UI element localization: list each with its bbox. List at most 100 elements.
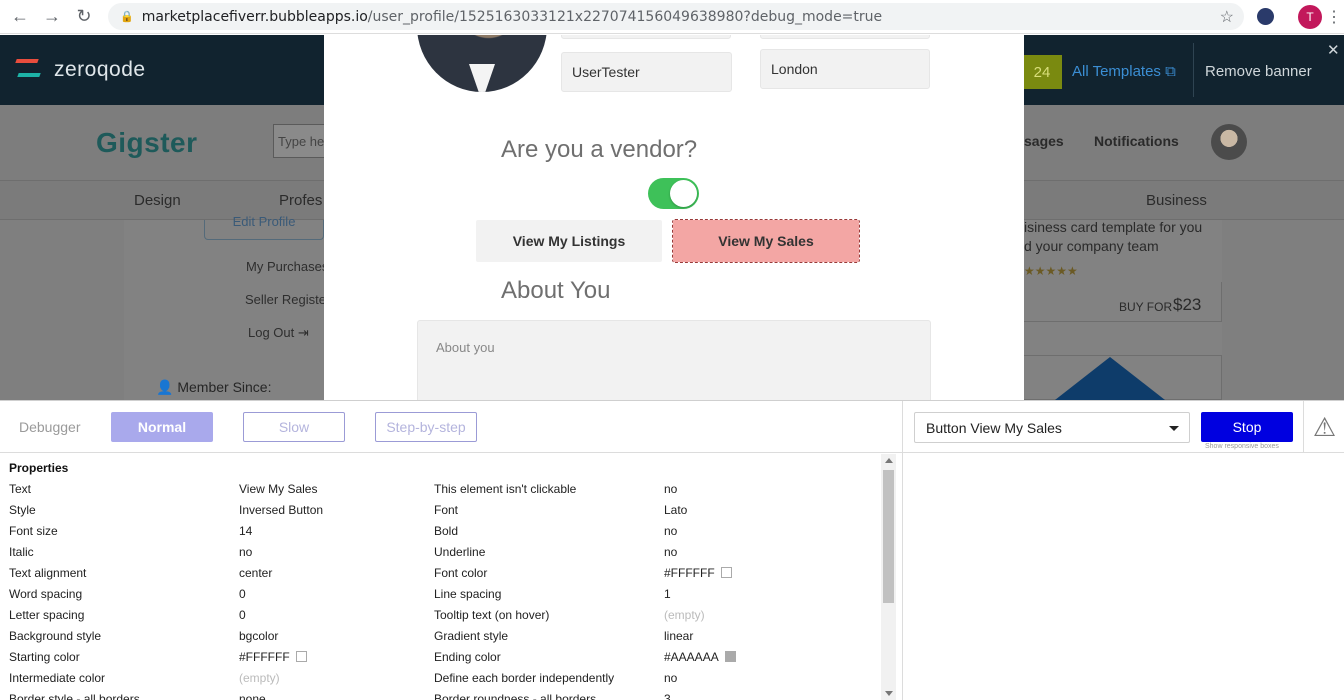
username-field[interactable]: UserTester bbox=[561, 52, 732, 92]
user-avatar[interactable] bbox=[1211, 124, 1247, 160]
property-text: 0 bbox=[239, 587, 246, 601]
property-value[interactable]: no bbox=[664, 482, 677, 496]
element-select-dropdown[interactable]: Button View My Sales bbox=[914, 412, 1190, 443]
property-text: (empty) bbox=[664, 608, 705, 622]
profile-photo-shirt bbox=[469, 64, 495, 92]
edit-profile-button[interactable]: Edit Profile bbox=[204, 215, 324, 240]
last-name-field[interactable] bbox=[760, 35, 930, 39]
property-text: Text bbox=[9, 482, 32, 496]
reload-icon[interactable]: ↻ bbox=[68, 1, 100, 33]
color-swatch[interactable] bbox=[724, 651, 736, 662]
scroll-up-icon[interactable] bbox=[885, 458, 893, 463]
property-name: Word spacing bbox=[9, 587, 82, 601]
menu-kebab-icon[interactable]: ⋮ bbox=[1326, 7, 1342, 27]
property-text: Background style bbox=[9, 629, 102, 643]
normal-speed-button[interactable]: Normal bbox=[111, 412, 213, 442]
listing-thumbnail-image bbox=[1055, 357, 1165, 400]
stop-button[interactable]: Stop bbox=[1201, 412, 1293, 442]
bookmark-star-icon[interactable]: ☆ bbox=[1220, 7, 1234, 27]
property-row: Letter spacing 0 Tooltip text (on hover) (e… bbox=[0, 608, 880, 629]
chevron-down-icon bbox=[1169, 426, 1179, 431]
color-swatch[interactable] bbox=[720, 567, 732, 578]
property-name: Style bbox=[9, 503, 36, 517]
property-value[interactable]: center bbox=[239, 566, 272, 580]
buy-price[interactable]: $23 bbox=[1173, 295, 1201, 315]
property-value[interactable]: #FFFFFF bbox=[239, 650, 307, 664]
back-arrow-icon[interactable]: ← bbox=[4, 1, 36, 33]
slow-speed-button[interactable]: Slow bbox=[243, 412, 345, 442]
extension-icon[interactable] bbox=[1257, 8, 1274, 25]
property-name: Line spacing bbox=[434, 587, 501, 601]
inspector-toolbar: Button View My Sales Stop Show responsiv… bbox=[903, 401, 1344, 453]
log-out-icon: ⇥ bbox=[297, 325, 309, 340]
city-field[interactable]: London bbox=[760, 49, 930, 89]
property-row: Word spacing 0 Line spacing 1 bbox=[0, 587, 880, 608]
rating-stars-icon: ★★★★★ bbox=[1024, 264, 1078, 278]
property-value[interactable]: no bbox=[664, 524, 677, 538]
debugger-toolbar: Debugger Normal Slow Step-by-step bbox=[0, 401, 902, 453]
view-my-listings-button[interactable]: View My Listings bbox=[476, 220, 662, 262]
property-name: Starting color bbox=[9, 650, 80, 664]
vendor-toggle[interactable] bbox=[648, 178, 699, 209]
property-value[interactable]: no bbox=[664, 671, 677, 685]
property-name: Text alignment bbox=[9, 566, 86, 580]
property-name: Intermediate color bbox=[9, 671, 105, 685]
address-bar[interactable]: 🔒 marketplacefiverr.bubbleapps.io/user_p… bbox=[108, 3, 1244, 30]
profile-avatar[interactable]: T bbox=[1298, 5, 1322, 29]
property-name: Background style bbox=[9, 629, 101, 643]
user-icon: 👤 bbox=[156, 379, 174, 395]
property-value[interactable]: 14 bbox=[239, 524, 252, 538]
show-responsive-boxes-link[interactable]: Show responsive boxes bbox=[1205, 443, 1279, 450]
property-value[interactable]: Lato bbox=[664, 503, 687, 517]
property-value[interactable]: #AAAAAA bbox=[664, 650, 736, 664]
property-value[interactable]: #FFFFFF bbox=[664, 566, 732, 580]
property-text: Style bbox=[9, 503, 36, 517]
seller-register-link[interactable]: Seller Registe bbox=[245, 292, 326, 307]
properties-scrollbar[interactable] bbox=[881, 454, 896, 700]
category-business[interactable]: Business bbox=[1146, 192, 1207, 209]
vendor-question-heading: Are you a vendor? bbox=[501, 136, 698, 163]
scroll-down-icon[interactable] bbox=[885, 691, 893, 696]
nav-messages[interactable]: sages bbox=[1024, 133, 1064, 149]
property-name: Bold bbox=[434, 524, 458, 538]
profile-photo[interactable] bbox=[417, 35, 547, 92]
property-text: Line spacing bbox=[434, 587, 502, 601]
category-design[interactable]: Design bbox=[134, 192, 181, 209]
warning-icon[interactable]: ⚠ bbox=[1303, 401, 1344, 453]
property-text: Word spacing bbox=[9, 587, 83, 601]
property-text: (empty) bbox=[239, 671, 280, 685]
my-purchases-link[interactable]: My Purchases bbox=[246, 259, 328, 274]
property-value[interactable]: no bbox=[239, 545, 252, 559]
property-name: Font color bbox=[434, 566, 487, 580]
property-value[interactable]: (empty) bbox=[239, 671, 280, 685]
property-value[interactable]: Inversed Button bbox=[239, 503, 323, 517]
browser-toolbar: ← → ↻ 🔒 marketplacefiverr.bubbleapps.io /… bbox=[0, 0, 1344, 34]
property-value[interactable]: linear bbox=[664, 629, 693, 643]
property-text: no bbox=[239, 545, 253, 559]
property-value[interactable]: 1 bbox=[664, 587, 671, 601]
category-professional[interactable]: Profes bbox=[279, 192, 322, 209]
color-swatch[interactable] bbox=[295, 651, 307, 662]
log-out-link[interactable]: Log Out ⇥ bbox=[248, 325, 309, 341]
step-by-step-button[interactable]: Step-by-step bbox=[375, 412, 477, 442]
property-name: Letter spacing bbox=[9, 608, 84, 622]
property-value[interactable]: (empty) bbox=[664, 608, 705, 622]
property-value[interactable]: View My Sales bbox=[239, 482, 317, 496]
property-text: #FFFFFF bbox=[664, 566, 715, 580]
property-value[interactable]: 0 bbox=[239, 608, 246, 622]
buy-for-label: BUY FOR bbox=[1119, 300, 1173, 314]
property-row: Intermediate color (empty) Define each bor… bbox=[0, 671, 880, 692]
property-name: Define each border independently bbox=[434, 671, 614, 685]
profile-modal: UserTester London Are you a vendor? View… bbox=[324, 35, 1024, 400]
view-my-sales-button[interactable]: View My Sales bbox=[672, 219, 860, 263]
forward-arrow-icon[interactable]: → bbox=[36, 1, 68, 33]
nav-notifications[interactable]: Notifications bbox=[1094, 133, 1179, 149]
property-value[interactable]: no bbox=[664, 545, 677, 559]
gigster-logo[interactable]: Gigster bbox=[96, 127, 198, 159]
property-value[interactable]: 0 bbox=[239, 587, 246, 601]
property-value[interactable]: bgcolor bbox=[239, 629, 278, 643]
about-you-textarea[interactable]: About you bbox=[417, 320, 931, 400]
scrollbar-thumb[interactable] bbox=[883, 470, 894, 603]
first-name-field[interactable] bbox=[561, 35, 731, 39]
property-text: bgcolor bbox=[239, 629, 279, 643]
